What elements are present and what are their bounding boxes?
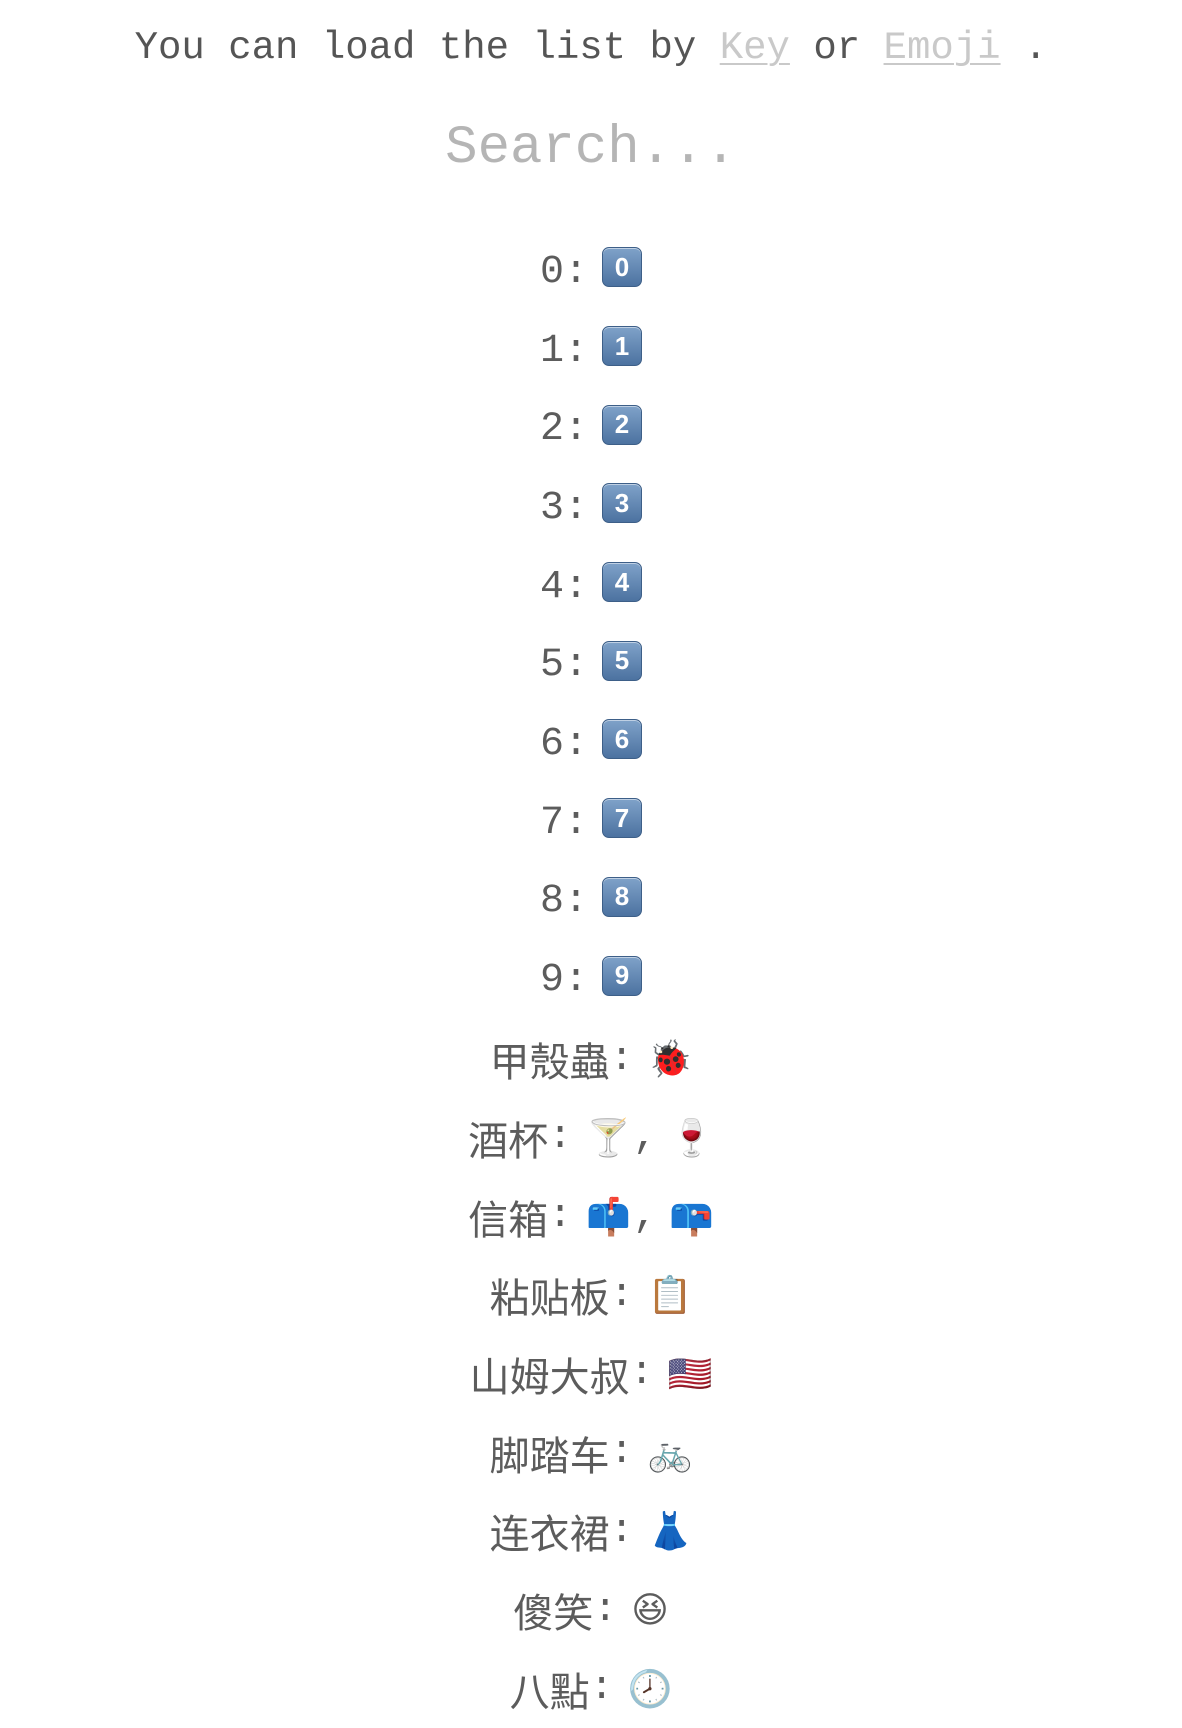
item-separator: : bbox=[593, 1587, 618, 1633]
grinning-squinting-face-icon: 😆 bbox=[631, 1589, 669, 1631]
item-key: 粘贴板 bbox=[489, 1276, 610, 1323]
keycap-0-icon: 0 bbox=[602, 247, 643, 288]
item-separator: : bbox=[564, 879, 589, 925]
list-item: 4:4 bbox=[0, 548, 1182, 627]
item-key: 5 bbox=[539, 643, 564, 689]
item-key: 8 bbox=[539, 879, 564, 925]
list-item: 八點: 🕗 bbox=[0, 1649, 1182, 1728]
item-key: 2 bbox=[539, 407, 564, 453]
item-key: 八點 bbox=[509, 1669, 590, 1716]
list-item: 粘贴板: 📋 bbox=[0, 1256, 1182, 1335]
emoji-separator: , bbox=[633, 1115, 658, 1161]
keycap-7-icon: 7 bbox=[602, 798, 643, 839]
list-item: 7:7 bbox=[0, 784, 1182, 863]
list-item: 9:9 bbox=[0, 941, 1182, 1020]
item-key: 3 bbox=[539, 485, 564, 531]
item-separator: : bbox=[609, 1036, 634, 1082]
wine-glass-icon: 🍷 bbox=[669, 1117, 714, 1159]
item-key: 0 bbox=[539, 249, 564, 295]
item-key: 1 bbox=[539, 328, 564, 374]
intro-prefix: You can load the list by bbox=[134, 26, 720, 70]
search-input[interactable] bbox=[239, 112, 943, 184]
load-by-emoji-link[interactable]: Emoji bbox=[884, 26, 1001, 70]
item-key: 连衣裙 bbox=[489, 1512, 610, 1559]
us-flag-icon: 🇺🇸 bbox=[667, 1353, 713, 1395]
item-key: 山姆大叔 bbox=[469, 1354, 630, 1401]
search-bar bbox=[0, 112, 1182, 184]
item-separator: : bbox=[564, 328, 589, 374]
item-separator: : bbox=[564, 407, 589, 453]
ladybug-icon: 🐞 bbox=[647, 1039, 693, 1081]
keycap-2-icon: 2 bbox=[602, 404, 643, 445]
list-item: 5:5 bbox=[0, 626, 1182, 705]
list-item: 0:0 bbox=[0, 233, 1182, 312]
clipboard-icon: 📋 bbox=[647, 1275, 693, 1317]
eight-oclock-icon: 🕗 bbox=[627, 1668, 673, 1710]
item-key: 7 bbox=[539, 800, 564, 846]
item-separator: : bbox=[564, 643, 589, 689]
item-separator: : bbox=[609, 1272, 634, 1318]
keycap-9-icon: 9 bbox=[602, 955, 643, 996]
list-item: 脚踏车: 🚲 bbox=[0, 1413, 1182, 1492]
keycap-8-icon: 8 bbox=[602, 876, 643, 917]
keycap-4-icon: 4 bbox=[602, 562, 643, 603]
item-separator: : bbox=[548, 1115, 573, 1161]
item-separator: : bbox=[548, 1194, 573, 1240]
list-item: 连衣裙: 👗 bbox=[0, 1492, 1182, 1571]
list-item: 2:2 bbox=[0, 390, 1182, 469]
list-item: 3:3 bbox=[0, 469, 1182, 548]
keycap-5-icon: 5 bbox=[602, 640, 643, 681]
cocktail-glass-icon: 🍸 bbox=[586, 1117, 631, 1159]
keycap-6-icon: 6 bbox=[602, 719, 643, 760]
item-separator: : bbox=[564, 485, 589, 531]
list-item: 山姆大叔: 🇺🇸 bbox=[0, 1335, 1182, 1414]
item-separator: : bbox=[564, 721, 589, 767]
list-item: 6:6 bbox=[0, 705, 1182, 784]
mailbox-closed-flag-up-icon: 📫 bbox=[586, 1196, 631, 1238]
item-key: 4 bbox=[539, 564, 564, 610]
list-item: 信箱: 📫, 📪 bbox=[0, 1177, 1182, 1256]
item-key: 酒杯 bbox=[468, 1118, 549, 1165]
item-separator: : bbox=[564, 958, 589, 1004]
item-separator: : bbox=[629, 1351, 654, 1397]
mailbox-closed-flag-down-icon: 📪 bbox=[669, 1196, 714, 1238]
list-item: 傻笑: 😆 bbox=[0, 1571, 1182, 1650]
list-item: 1:1 bbox=[0, 312, 1182, 391]
keycap-1-icon: 1 bbox=[602, 326, 643, 367]
item-separator: : bbox=[564, 249, 589, 295]
keycap-3-icon: 3 bbox=[602, 483, 643, 524]
item-separator: : bbox=[609, 1508, 634, 1554]
intro-suffix: . bbox=[1000, 26, 1048, 70]
intro-text: You can load the list by Key or Emoji . bbox=[0, 18, 1182, 78]
item-separator: : bbox=[589, 1666, 614, 1712]
item-key: 甲殼蟲 bbox=[489, 1040, 610, 1087]
item-separator: : bbox=[564, 800, 589, 846]
item-separator: : bbox=[609, 1430, 634, 1476]
list-item: 酒杯: 🍸, 🍷 bbox=[0, 1099, 1182, 1178]
list-item: 8:8 bbox=[0, 863, 1182, 942]
item-key: 信箱 bbox=[468, 1197, 549, 1244]
emoji-list: 0:0 1:1 2:2 3:3 4:4 5:5 6:6 7:7 8:8 9:9 … bbox=[0, 233, 1182, 1728]
intro-middle: or bbox=[789, 26, 884, 70]
item-separator: : bbox=[564, 564, 589, 610]
item-key: 傻笑 bbox=[513, 1591, 594, 1638]
item-key: 脚踏车 bbox=[489, 1433, 610, 1480]
emoji-separator: , bbox=[633, 1194, 658, 1240]
list-item: 甲殼蟲: 🐞 bbox=[0, 1020, 1182, 1099]
item-key: 9 bbox=[539, 958, 564, 1004]
bicycle-icon: 🚲 bbox=[647, 1432, 693, 1474]
load-by-key-link[interactable]: Key bbox=[720, 26, 790, 70]
dress-icon: 👗 bbox=[647, 1511, 693, 1553]
item-key: 6 bbox=[539, 721, 564, 767]
